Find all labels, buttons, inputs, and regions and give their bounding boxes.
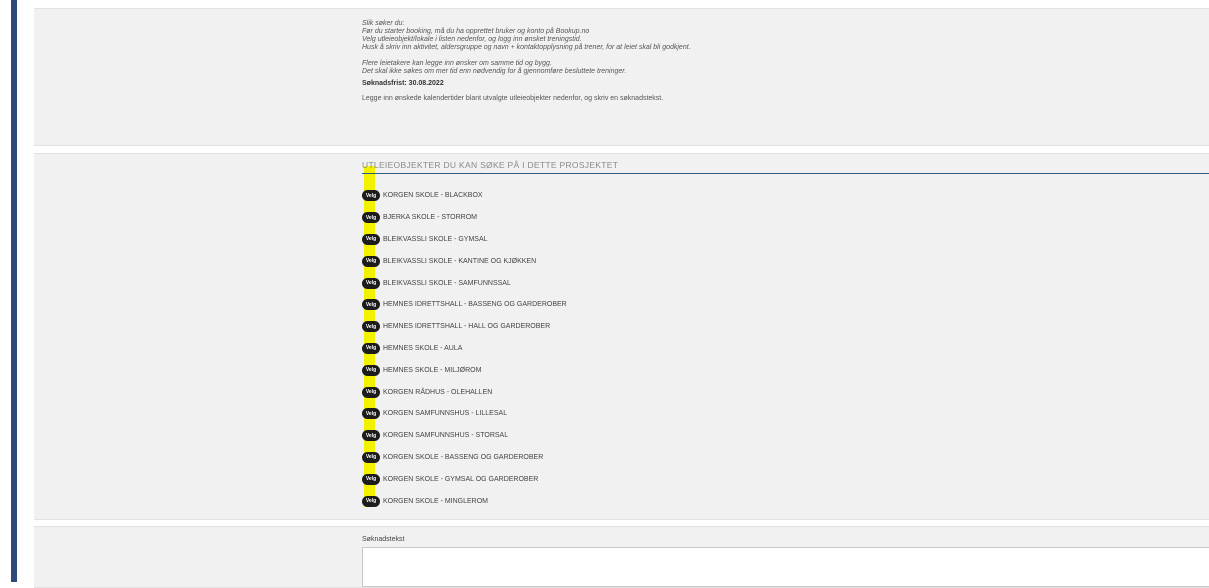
object-list-item: Velg BJERKA SKOLE - STORROM	[362, 207, 1209, 229]
instruction-line: Før du starter booking, må du ha opprett…	[362, 28, 590, 35]
application-field: Søknadstekst	[362, 536, 1209, 587]
application-deadline: Søknadsfrist: 30.08.2022	[362, 80, 444, 87]
lead-text: Legge inn ønskede kalendertider blant ut…	[362, 95, 664, 102]
object-name: HEMNES IDRETTSHALL - HALL OG GARDEROBER	[383, 323, 551, 331]
application-text-label: Søknadstekst	[362, 536, 405, 543]
object-name: KORGEN SKOLE - BLACKBOX	[383, 192, 483, 200]
object-list-item: Velg KORGEN SKOLE - GYMSAL OG GARDEROBER	[362, 468, 1209, 490]
object-list-item: Velg KORGEN SKOLE - BLACKBOX	[362, 185, 1209, 207]
object-list: Velg KORGEN SKOLE - BLACKBOX Velg BJERKA SK…	[362, 185, 1209, 512]
object-list-item: Velg BLEIKVASSLI SKOLE - GYMSAL	[362, 229, 1209, 251]
info-panel: Slik søker du: Før du starter booking, m…	[34, 8, 1209, 146]
select-object-button[interactable]: Velg	[362, 430, 380, 442]
instruction-line: Slik søker du:	[362, 20, 405, 27]
select-object-button[interactable]: Velg	[362, 321, 380, 333]
objects-panel: UTLEIEOBJEKTER DU KAN SØKE PÅ I DETTE PR…	[34, 153, 1209, 520]
select-object-button[interactable]: Velg	[362, 342, 380, 354]
select-object-button[interactable]: Velg	[362, 495, 380, 507]
instruction-line: Husk å skriv inn aktivitet, aldersgruppe…	[362, 44, 691, 51]
object-list-item: Velg HEMNES SKOLE - MILJØROM	[362, 359, 1209, 381]
application-panel: Søknadstekst	[34, 526, 1209, 588]
object-name: BLEIKVASSLI SKOLE - KANTINE OG KJØKKEN	[383, 257, 537, 265]
object-name: BLEIKVASSLI SKOLE - SAMFUNNSSAL	[383, 279, 511, 287]
object-list-item: Velg BLEIKVASSLI SKOLE - KANTINE OG KJØKK…	[362, 250, 1209, 272]
object-name: KORGEN RÅDHUS - OLEHALLEN	[383, 388, 493, 396]
select-object-button[interactable]: Velg	[362, 190, 380, 202]
objects-section: UTLEIEOBJEKTER DU KAN SØKE PÅ I DETTE PR…	[362, 160, 1209, 512]
object-list-item: Velg HEMNES IDRETTSHALL - HALL OG GARDERO…	[362, 316, 1209, 338]
object-list-item: Velg BLEIKVASSLI SKOLE - SAMFUNNSSAL	[362, 272, 1209, 294]
instruction-line: Flere leietakere kan legge inn ønsker om…	[362, 60, 552, 67]
object-name: BJERKA SKOLE - STORROM	[383, 214, 478, 222]
object-name: KORGEN SKOLE - GYMSAL OG GARDEROBER	[383, 475, 539, 483]
object-name: HEMNES IDRETTSHALL - BASSENG OG GARDEROB…	[383, 301, 567, 309]
object-list-item: Velg KORGEN SKOLE - MINGLEROM	[362, 490, 1209, 512]
object-list-item: Velg KORGEN SAMFUNNSHUS - STORSAL	[362, 425, 1209, 447]
select-object-button[interactable]: Velg	[362, 451, 380, 463]
object-list-item: Velg HEMNES IDRETTSHALL - BASSENG OG GARD…	[362, 294, 1209, 316]
object-list-item: Velg KORGEN SKOLE - BASSENG OG GARDEROBER	[362, 447, 1209, 469]
object-name: HEMNES SKOLE - MILJØROM	[383, 366, 482, 374]
left-accent-bar	[11, 0, 17, 582]
select-object-button[interactable]: Velg	[362, 299, 380, 311]
object-name: KORGEN SKOLE - MINGLEROM	[383, 497, 489, 505]
application-textarea[interactable]	[362, 547, 1209, 587]
select-object-button[interactable]: Velg	[362, 386, 380, 398]
select-object-button[interactable]: Velg	[362, 277, 380, 289]
select-object-button[interactable]: Velg	[362, 364, 380, 376]
object-list-item: Velg HEMNES SKOLE - AULA	[362, 338, 1209, 360]
section-heading: UTLEIEOBJEKTER DU KAN SØKE PÅ I DETTE PR…	[362, 160, 1209, 174]
object-name: KORGEN SAMFUNNSHUS - LILLESAL	[383, 410, 508, 418]
instruction-line: Velg utleieobjekt/lokale i listen nedenf…	[362, 36, 582, 43]
instruction-line: Det skal ikke søkes om mer tid enn nødve…	[362, 68, 627, 75]
object-name: BLEIKVASSLI SKOLE - GYMSAL	[383, 235, 488, 243]
select-object-button[interactable]: Velg	[362, 212, 380, 224]
object-list-item: Velg KORGEN RÅDHUS - OLEHALLEN	[362, 381, 1209, 403]
object-name: KORGEN SKOLE - BASSENG OG GARDEROBER	[383, 453, 544, 461]
select-object-button[interactable]: Velg	[362, 255, 380, 267]
instructions: Slik søker du: Før du starter booking, m…	[362, 20, 1209, 103]
select-object-button[interactable]: Velg	[362, 233, 380, 245]
select-object-button[interactable]: Velg	[362, 473, 380, 485]
select-object-button[interactable]: Velg	[362, 408, 380, 420]
object-name: KORGEN SAMFUNNSHUS - STORSAL	[383, 432, 509, 440]
object-name: HEMNES SKOLE - AULA	[383, 344, 463, 352]
object-list-item: Velg KORGEN SAMFUNNSHUS - LILLESAL	[362, 403, 1209, 425]
